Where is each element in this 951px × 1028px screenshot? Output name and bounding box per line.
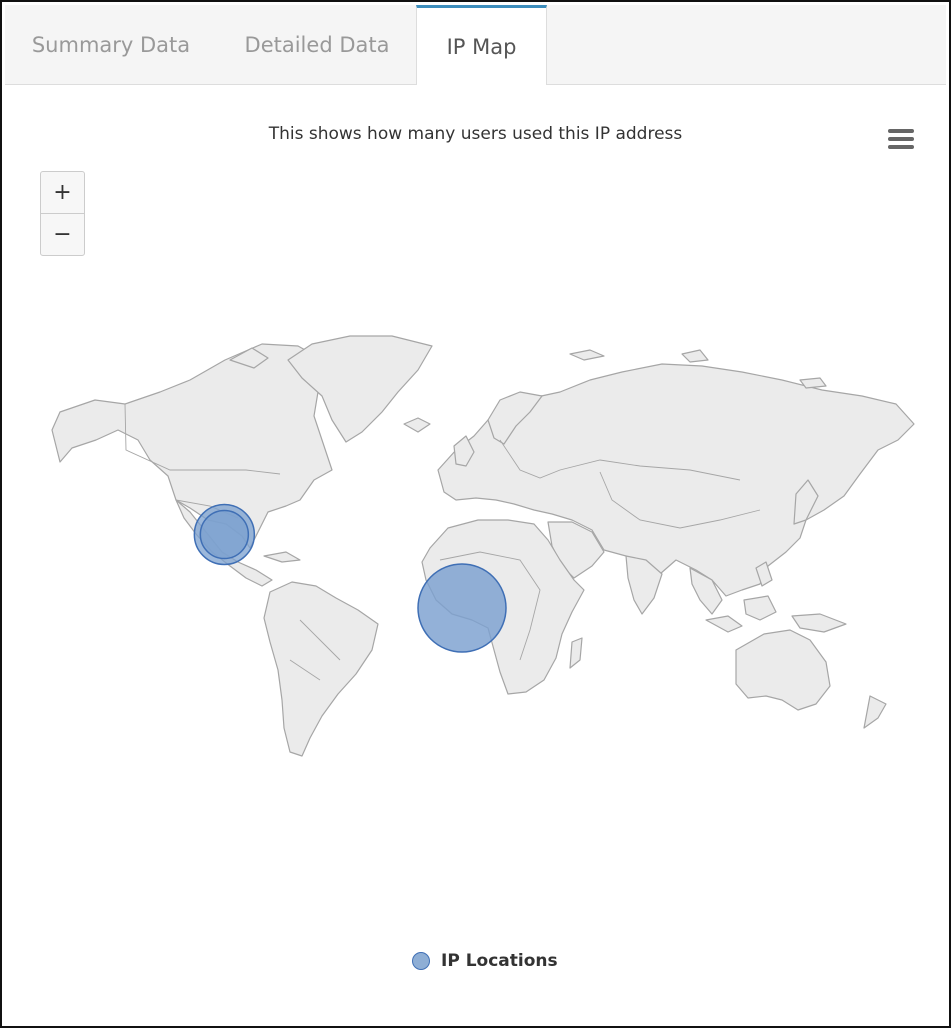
landmass-borneo bbox=[743, 595, 777, 621]
land-masses bbox=[51, 335, 915, 757]
landmass-australia bbox=[735, 629, 831, 711]
landmass-south-america bbox=[263, 581, 379, 757]
landmass-caribbean bbox=[263, 551, 301, 563]
landmass-new-zealand bbox=[863, 695, 887, 729]
legend-item-ip-locations[interactable]: IP Locations bbox=[412, 948, 558, 974]
landmass-iceland bbox=[403, 417, 431, 433]
landmass-new-guinea bbox=[791, 613, 847, 633]
legend-circle-icon bbox=[412, 952, 430, 970]
map-bubble-1-inner[interactable] bbox=[199, 509, 250, 560]
world-map[interactable] bbox=[0, 0, 951, 1028]
landmass-madagascar bbox=[569, 637, 583, 669]
landmass-indonesia bbox=[705, 615, 743, 633]
map-bubble-2[interactable] bbox=[417, 563, 507, 653]
legend-label: IP Locations bbox=[441, 951, 558, 971]
